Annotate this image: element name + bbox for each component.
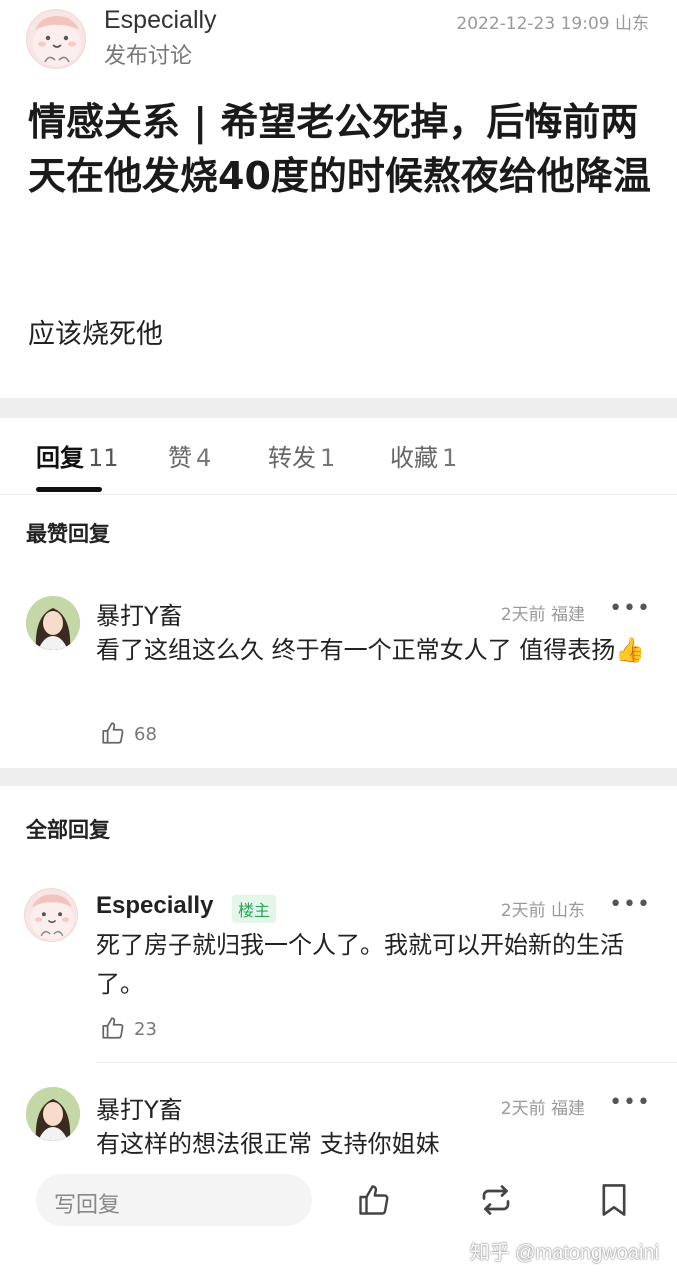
like-icon[interactable]	[356, 1182, 392, 1222]
tab-likes-count: 4	[196, 444, 212, 472]
section-divider	[0, 398, 677, 418]
comment-timestamp: 2天前 福建	[500, 1099, 585, 1119]
comment-timestamp: 2天前 福建	[500, 605, 585, 625]
tab-favorites[interactable]: 收藏 1	[390, 438, 457, 473]
comment-like-button[interactable]: 23	[100, 1015, 157, 1041]
commenter-avatar[interactable]	[26, 1087, 80, 1141]
post-body: 应该烧死他	[28, 319, 163, 350]
post-header: Especially 发布讨论 2022-12-23 19:09 山东	[0, 0, 677, 80]
tab-replies-label: 回复	[36, 444, 84, 472]
post-action-label: 发布讨论	[104, 44, 193, 69]
section-title-top-replies: 最赞回复	[26, 522, 110, 546]
post-author-name[interactable]: Especially	[104, 6, 217, 35]
active-tab-indicator	[36, 487, 102, 492]
tab-favorites-label: 收藏	[390, 444, 438, 472]
tabs-divider	[0, 494, 677, 495]
row-divider	[96, 1062, 677, 1063]
comment-text: 看了这组这么久 终于有一个正常女人了 值得表扬👍	[96, 636, 646, 664]
bottom-action-bar: 写回复 知乎 @matongwoaini	[0, 1170, 677, 1280]
more-options-icon[interactable]: •••	[609, 892, 651, 917]
thumbs-up-icon	[102, 722, 124, 744]
tab-replies-count: 11	[88, 444, 119, 472]
comment-like-count: 68	[134, 724, 157, 745]
comment-like-button[interactable]: 68	[100, 720, 157, 746]
more-options-icon[interactable]: •••	[609, 1090, 651, 1115]
commenter-name[interactable]: 暴打Y畜	[96, 596, 183, 631]
tab-favorites-count: 1	[442, 444, 458, 472]
section-divider	[0, 768, 677, 786]
comment-like-count: 23	[134, 1019, 157, 1040]
tab-reposts[interactable]: 转发 1	[268, 438, 335, 473]
owner-badge: 楼主	[232, 895, 277, 923]
commenter-avatar[interactable]	[26, 596, 80, 650]
commenter-name[interactable]: Especially	[96, 892, 213, 920]
comment-timestamp: 2天前 山东	[500, 901, 585, 921]
tab-reposts-label: 转发	[268, 444, 316, 472]
author-avatar[interactable]	[26, 9, 86, 69]
post-timestamp: 2022-12-23 19:09 山东	[456, 14, 649, 34]
post-title: 情感关系 | 希望老公死掉，后悔前两天在他发烧40度的时候熬夜给他降温	[28, 100, 651, 198]
section-title-all-replies: 全部回复	[26, 818, 110, 842]
repost-icon[interactable]	[478, 1182, 514, 1222]
tab-likes-label: 赞	[168, 444, 192, 472]
tab-replies[interactable]: 回复 11	[36, 438, 119, 473]
tab-reposts-count: 1	[320, 444, 336, 472]
commenter-name[interactable]: 暴打Y畜	[96, 1090, 183, 1125]
bookmark-icon[interactable]	[598, 1182, 630, 1222]
more-options-icon[interactable]: •••	[609, 596, 651, 621]
reply-input[interactable]: 写回复	[36, 1174, 312, 1226]
thumbs-up-icon	[102, 1017, 124, 1039]
reply-tabs: 回复 11 赞4 转发 1 收藏 1	[0, 418, 677, 494]
comment-text: 有这样的想法很正常 支持你姐妹	[96, 1130, 440, 1158]
comment-text: 死了房子就归我一个人了。我就可以开始新的生活了。	[96, 931, 624, 998]
reply-placeholder: 写回复	[54, 1193, 121, 1218]
tab-likes[interactable]: 赞4	[168, 438, 211, 473]
commenter-avatar[interactable]	[24, 888, 78, 942]
watermark-text: 知乎 @matongwoaini	[469, 1242, 659, 1264]
